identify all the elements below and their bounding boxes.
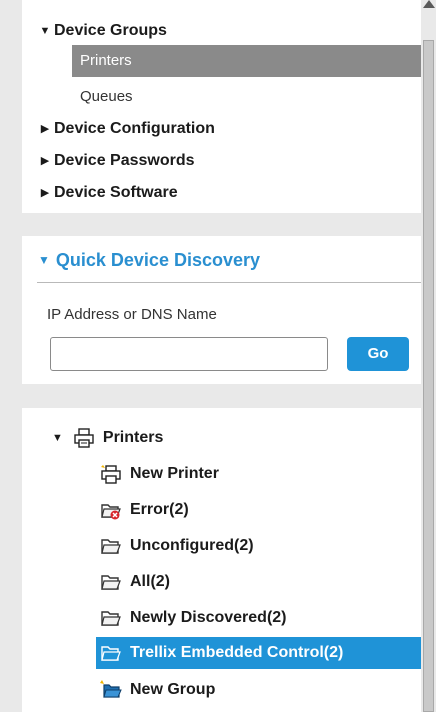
tree-item-newly-discovered[interactable]: Newly Discovered(2) xyxy=(100,602,287,634)
vertical-scrollbar[interactable] xyxy=(421,0,436,712)
nav-device-configuration[interactable]: ▶ Device Configuration xyxy=(36,116,215,142)
scroll-up-icon[interactable] xyxy=(423,0,435,8)
folder-icon xyxy=(101,575,121,590)
tree-item-label: New Group xyxy=(130,681,216,698)
tree-item-label: All(2) xyxy=(130,573,170,590)
quick-discovery-panel: ▼ Quick Device Discovery IP Address or DN… xyxy=(22,236,421,384)
quick-discovery-title: Quick Device Discovery xyxy=(55,250,261,270)
expand-right-icon: ▶ xyxy=(40,187,50,199)
nav-device-groups-label: Device Groups xyxy=(54,22,167,39)
tree-item-label: New Printer xyxy=(130,465,219,482)
tree-item-label: Error(2) xyxy=(130,501,189,518)
nav-device-passwords[interactable]: ▶ Device Passwords xyxy=(36,148,195,174)
folder-icon xyxy=(101,611,121,626)
folder-icon xyxy=(101,539,121,554)
tree-item-new-printer[interactable]: New Printer xyxy=(100,458,219,490)
nav-item-queues[interactable]: Queues xyxy=(80,81,133,113)
collapse-icon: ▼ xyxy=(38,253,50,267)
tree-item-label: Newly Discovered(2) xyxy=(130,609,287,626)
tree-root-label: Printers xyxy=(102,429,164,446)
scroll-thumb[interactable] xyxy=(423,40,434,712)
tree-item-new-group[interactable]: New Group xyxy=(100,674,215,706)
folder-icon xyxy=(101,646,121,661)
tree-item-error[interactable]: Error(2) xyxy=(100,494,189,526)
tree-item-label: Trellix Embedded Control(2) xyxy=(130,644,344,661)
new-printer-icon xyxy=(101,465,121,484)
nav-device-passwords-label: Device Passwords xyxy=(54,152,195,169)
ip-address-input[interactable] xyxy=(50,337,328,371)
go-button[interactable]: Go xyxy=(347,337,409,371)
device-nav-panel: ▼ Device Groups Printers Queues ▶ Device C… xyxy=(22,0,421,213)
nav-item-printers-label: Printers xyxy=(80,52,132,69)
printer-icon xyxy=(74,428,94,448)
nav-device-configuration-label: Device Configuration xyxy=(54,120,215,137)
error-folder-icon xyxy=(101,504,121,520)
tree-root-printers[interactable]: ▼ Printers xyxy=(52,422,163,454)
tree-item-label: Unconfigured(2) xyxy=(130,537,254,554)
tree-item-trellix-embedded-control[interactable]: Trellix Embedded Control(2) xyxy=(96,637,421,669)
nav-item-queues-label: Queues xyxy=(80,88,133,105)
tree-item-all[interactable]: All(2) xyxy=(100,566,170,598)
quick-discovery-header[interactable]: ▼ Quick Device Discovery xyxy=(38,250,260,271)
divider xyxy=(37,282,421,283)
nav-device-groups[interactable]: ▼ Device Groups xyxy=(36,18,167,44)
nav-item-printers[interactable]: Printers xyxy=(72,45,421,77)
expand-right-icon: ▶ xyxy=(40,155,50,167)
expand-right-icon: ▶ xyxy=(40,123,50,135)
nav-device-software[interactable]: ▶ Device Software xyxy=(36,180,178,206)
ip-address-label: IP Address or DNS Name xyxy=(47,306,217,323)
printer-tree-panel: ▼ Printers New Printer Error(2) Unconfig… xyxy=(22,408,421,712)
expand-down-icon: ▼ xyxy=(52,432,63,444)
nav-device-software-label: Device Software xyxy=(54,184,178,201)
expand-down-icon: ▼ xyxy=(39,25,51,37)
new-group-icon xyxy=(100,680,122,698)
tree-item-unconfigured[interactable]: Unconfigured(2) xyxy=(100,530,254,562)
